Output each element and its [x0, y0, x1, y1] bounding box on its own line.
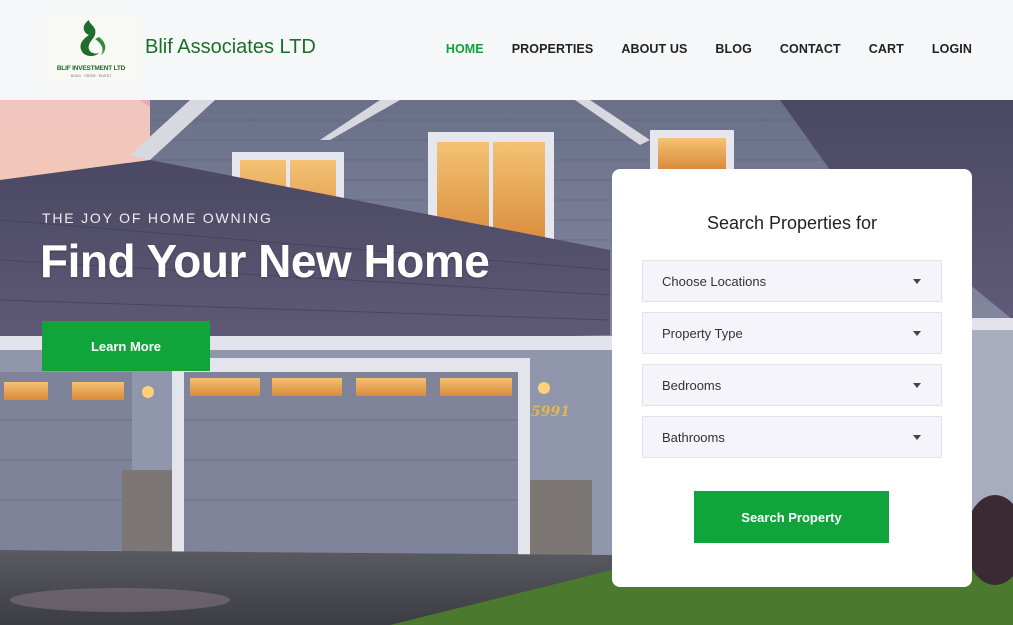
nav-properties[interactable]: PROPERTIES — [512, 42, 594, 56]
bedrooms-select-label: Bedrooms — [662, 377, 722, 393]
logo[interactable]: BLIF INVESTMENT LTD BUILD · GROW · INVES… — [43, 15, 139, 83]
location-select[interactable]: Choose Locations — [642, 260, 942, 302]
nav-home[interactable]: HOME — [446, 42, 484, 56]
search-card: Search Properties for Choose Locations P… — [612, 169, 972, 587]
nav-about-us[interactable]: ABOUT US — [621, 42, 687, 56]
search-card-title: Search Properties for — [706, 213, 878, 233]
search-property-button[interactable]: Search Property — [694, 491, 889, 543]
hero-section: 5991 THE JOY OF HOME OWNING Find Your Ne… — [0, 100, 1013, 625]
logo-leaf-icon — [80, 20, 106, 56]
bathrooms-select[interactable]: Bathrooms — [642, 416, 942, 458]
property-type-select[interactable]: Property Type — [642, 312, 942, 354]
logo-text: BLIF INVESTMENT LTD — [56, 65, 126, 72]
chevron-down-icon — [913, 435, 921, 440]
nav-contact[interactable]: CONTACT — [780, 42, 841, 56]
nav-blog[interactable]: BLOG — [715, 42, 752, 56]
hero-headline: Find Your New Home — [40, 235, 490, 287]
nav-cart[interactable]: CART — [869, 42, 904, 56]
bedrooms-select[interactable]: Bedrooms — [642, 364, 942, 406]
bathrooms-select-label: Bathrooms — [662, 429, 725, 445]
logo-subtext: BUILD · GROW · INVEST — [70, 74, 112, 78]
main-nav: HOME PROPERTIES ABOUT US BLOG CONTACT CA… — [418, 42, 972, 56]
nav-login[interactable]: LOGIN — [932, 42, 972, 56]
location-select-label: Choose Locations — [662, 273, 767, 289]
learn-more-button[interactable]: Learn More — [42, 321, 210, 371]
chevron-down-icon — [913, 331, 921, 336]
house-number: 5991 — [531, 404, 570, 420]
chevron-down-icon — [913, 383, 921, 388]
site-header: BLIF INVESTMENT LTD BUILD · GROW · INVES… — [0, 0, 1013, 100]
chevron-down-icon — [913, 279, 921, 284]
hero-tagline: THE JOY OF HOME OWNING — [42, 210, 273, 226]
brand-name[interactable]: Blif Associates LTD — [145, 36, 316, 59]
property-type-select-label: Property Type — [662, 325, 743, 341]
